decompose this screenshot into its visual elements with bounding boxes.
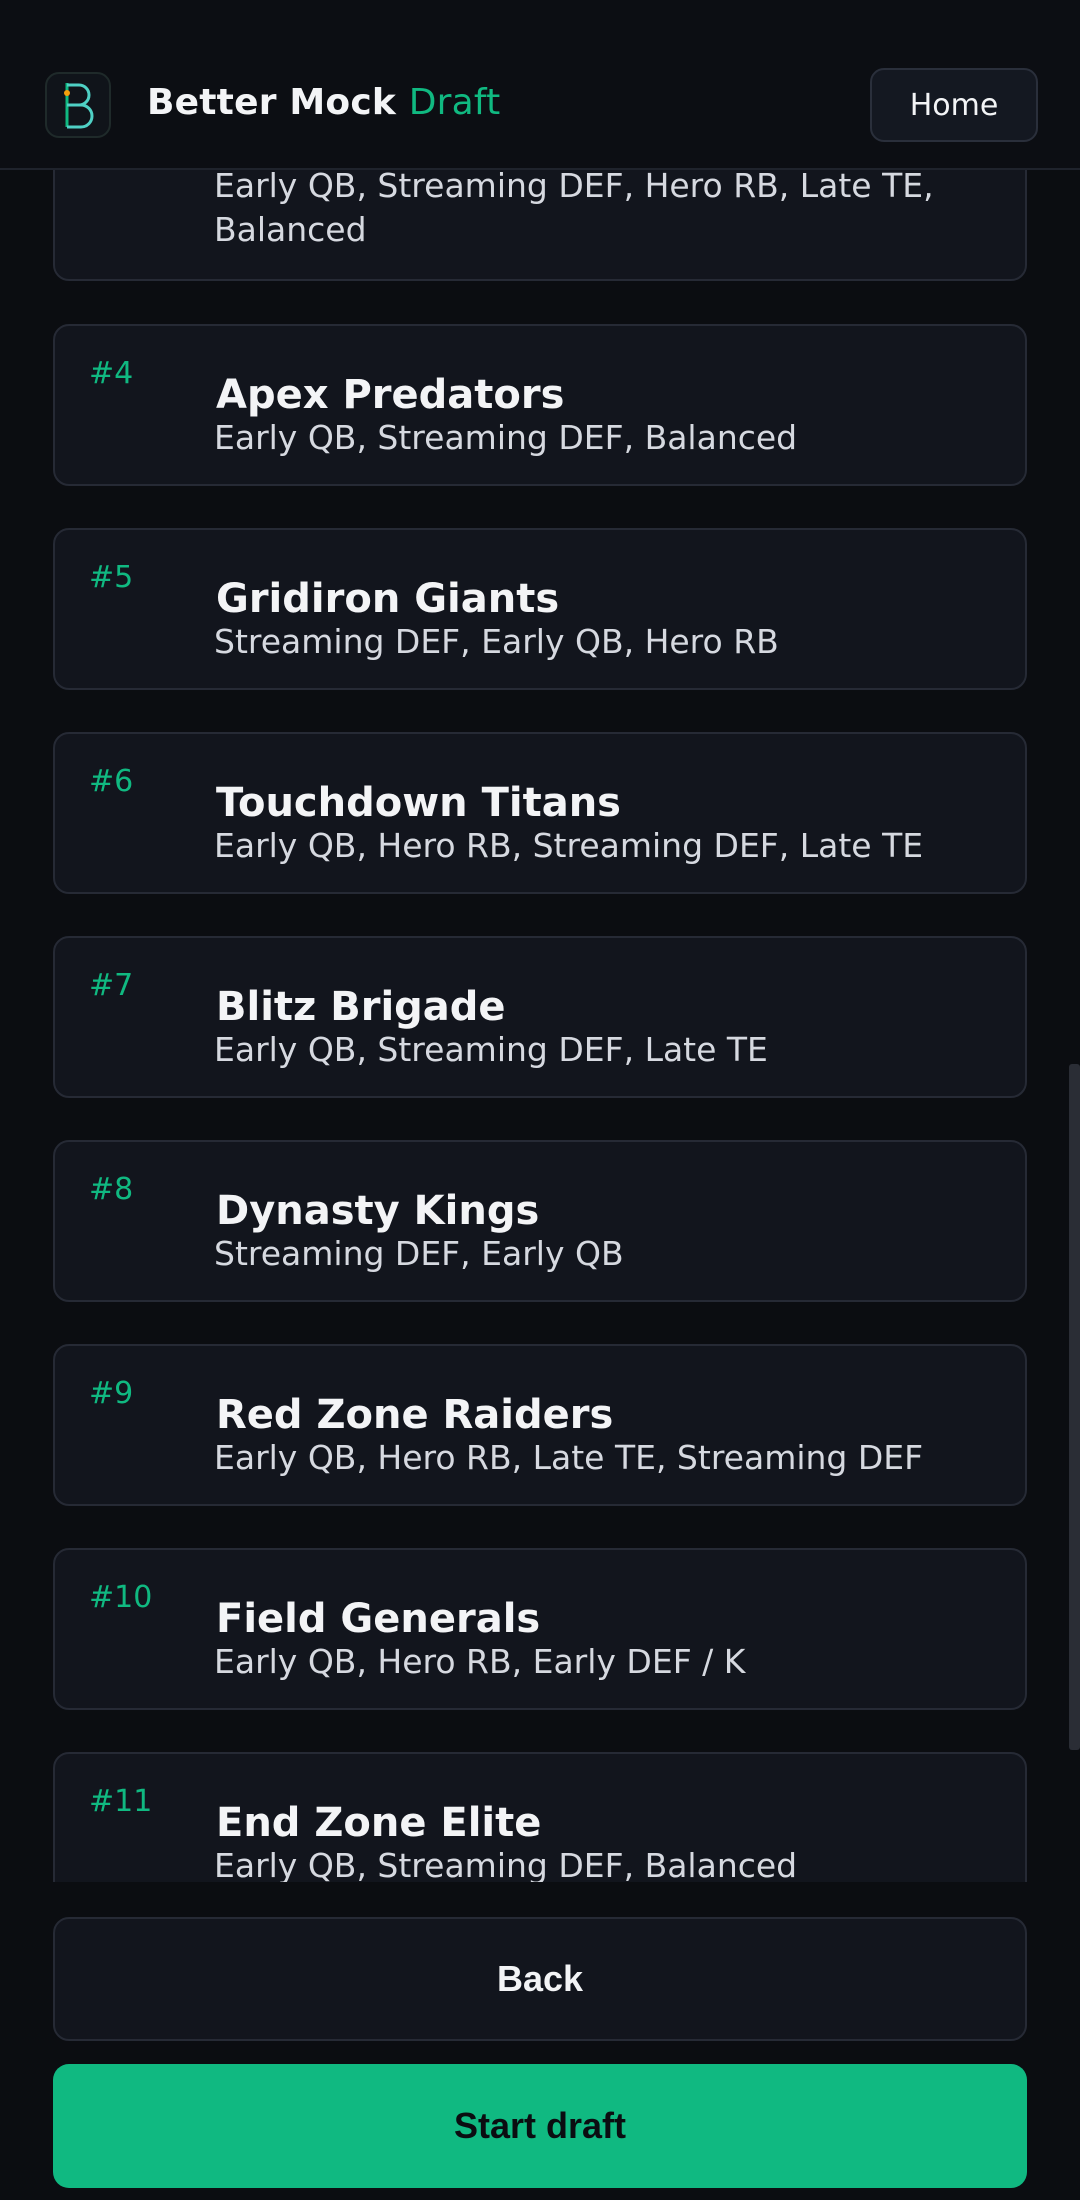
team-card[interactable]: #9 Red Zone Raiders Early QB, Hero RB, L… <box>53 1344 1027 1506</box>
back-button[interactable]: Back <box>53 1917 1027 2041</box>
team-name: Touchdown Titans <box>216 780 621 826</box>
start-draft-button[interactable]: Start draft <box>53 2064 1027 2188</box>
team-rank: #6 <box>89 764 134 799</box>
team-strategies: Early QB, Hero RB, Streaming DEF, Late T… <box>214 826 924 865</box>
team-strategies: Early QB, Hero RB, Late TE, Streaming DE… <box>214 1438 924 1477</box>
footer-actions: Back Start draft <box>0 1882 1080 2200</box>
team-card[interactable]: #11 End Zone Elite Early QB, Streaming D… <box>53 1752 1027 1882</box>
logo-icon[interactable] <box>45 72 111 138</box>
team-rank: #9 <box>89 1376 134 1411</box>
team-strategies: Early QB, Streaming DEF, Hero RB, Late T… <box>214 170 934 249</box>
team-strategies: Early QB, Streaming DEF, Balanced <box>214 418 798 457</box>
team-card[interactable]: #7 Blitz Brigade Early QB, Streaming DEF… <box>53 936 1027 1098</box>
team-name: Apex Predators <box>216 372 565 418</box>
team-card[interactable]: #5 Gridiron Giants Streaming DEF, Early … <box>53 528 1027 690</box>
team-rank: #5 <box>89 560 134 595</box>
team-rank: #11 <box>89 1784 153 1819</box>
team-card[interactable]: #4 Apex Predators Early QB, Streaming DE… <box>53 324 1027 486</box>
team-name: End Zone Elite <box>216 1800 542 1846</box>
team-strategies: Early QB, Streaming DEF, Late TE <box>214 1030 768 1069</box>
team-name: Dynasty Kings <box>216 1188 540 1234</box>
team-strategies: Streaming DEF, Early QB <box>214 1234 624 1273</box>
team-strategies: Early QB, Hero RB, Early DEF / K <box>214 1642 746 1681</box>
team-rank: #4 <box>89 356 134 391</box>
team-name: Red Zone Raiders <box>216 1392 614 1438</box>
app-header: Better Mock Draft Home <box>0 0 1080 170</box>
scrollbar-thumb[interactable] <box>1069 1064 1080 1750</box>
home-button[interactable]: Home <box>870 68 1038 142</box>
team-card[interactable]: #8 Dynasty Kings Streaming DEF, Early QB <box>53 1140 1027 1302</box>
team-rank: #8 <box>89 1172 134 1207</box>
team-rank: #10 <box>89 1580 153 1615</box>
team-name: Field Generals <box>216 1596 541 1642</box>
brand-main: Better Mock <box>147 82 397 123</box>
team-name: Gridiron Giants <box>216 576 560 622</box>
team-card[interactable]: #6 Touchdown Titans Early QB, Hero RB, S… <box>53 732 1027 894</box>
team-strategies: Streaming DEF, Early QB, Hero RB <box>214 622 779 661</box>
team-list[interactable]: Early QB, Streaming DEF, Hero RB, Late T… <box>0 170 1080 1882</box>
team-name: Blitz Brigade <box>216 984 506 1030</box>
brand-title: Better Mock Draft <box>147 82 501 123</box>
logo-b-icon <box>64 83 94 129</box>
team-card[interactable]: #10 Field Generals Early QB, Hero RB, Ea… <box>53 1548 1027 1710</box>
team-card[interactable]: Early QB, Streaming DEF, Hero RB, Late T… <box>53 170 1027 281</box>
team-strategies: Early QB, Streaming DEF, Balanced <box>214 1846 798 1882</box>
brand-accent: Draft <box>408 82 501 123</box>
team-rank: #7 <box>89 968 134 1003</box>
